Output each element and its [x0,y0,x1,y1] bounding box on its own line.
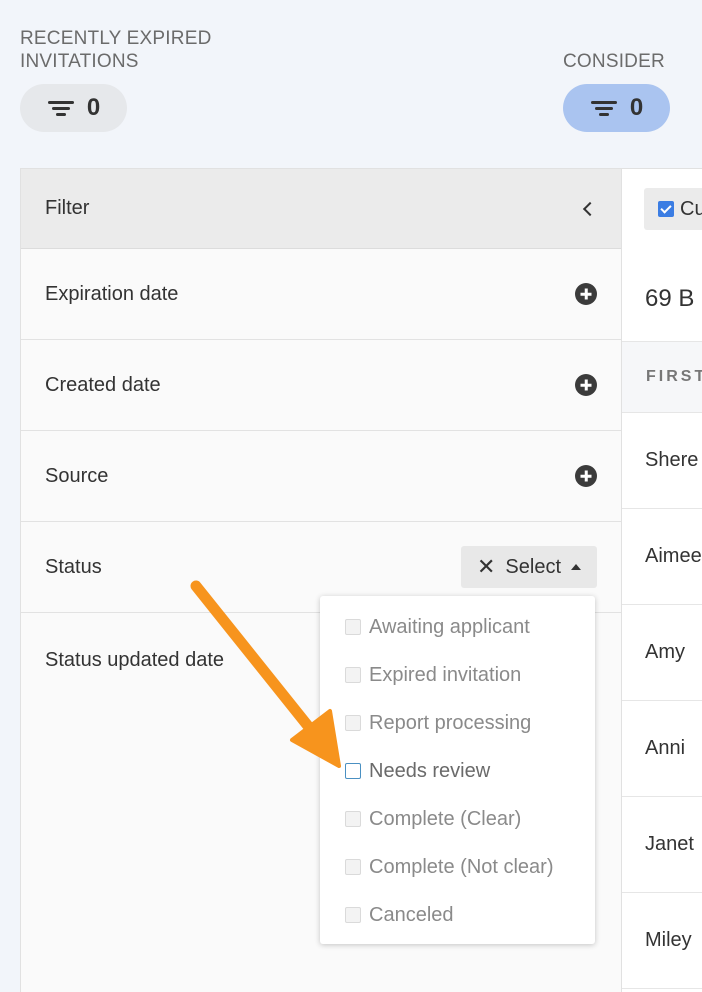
annotation-arrow-icon [190,580,341,768]
